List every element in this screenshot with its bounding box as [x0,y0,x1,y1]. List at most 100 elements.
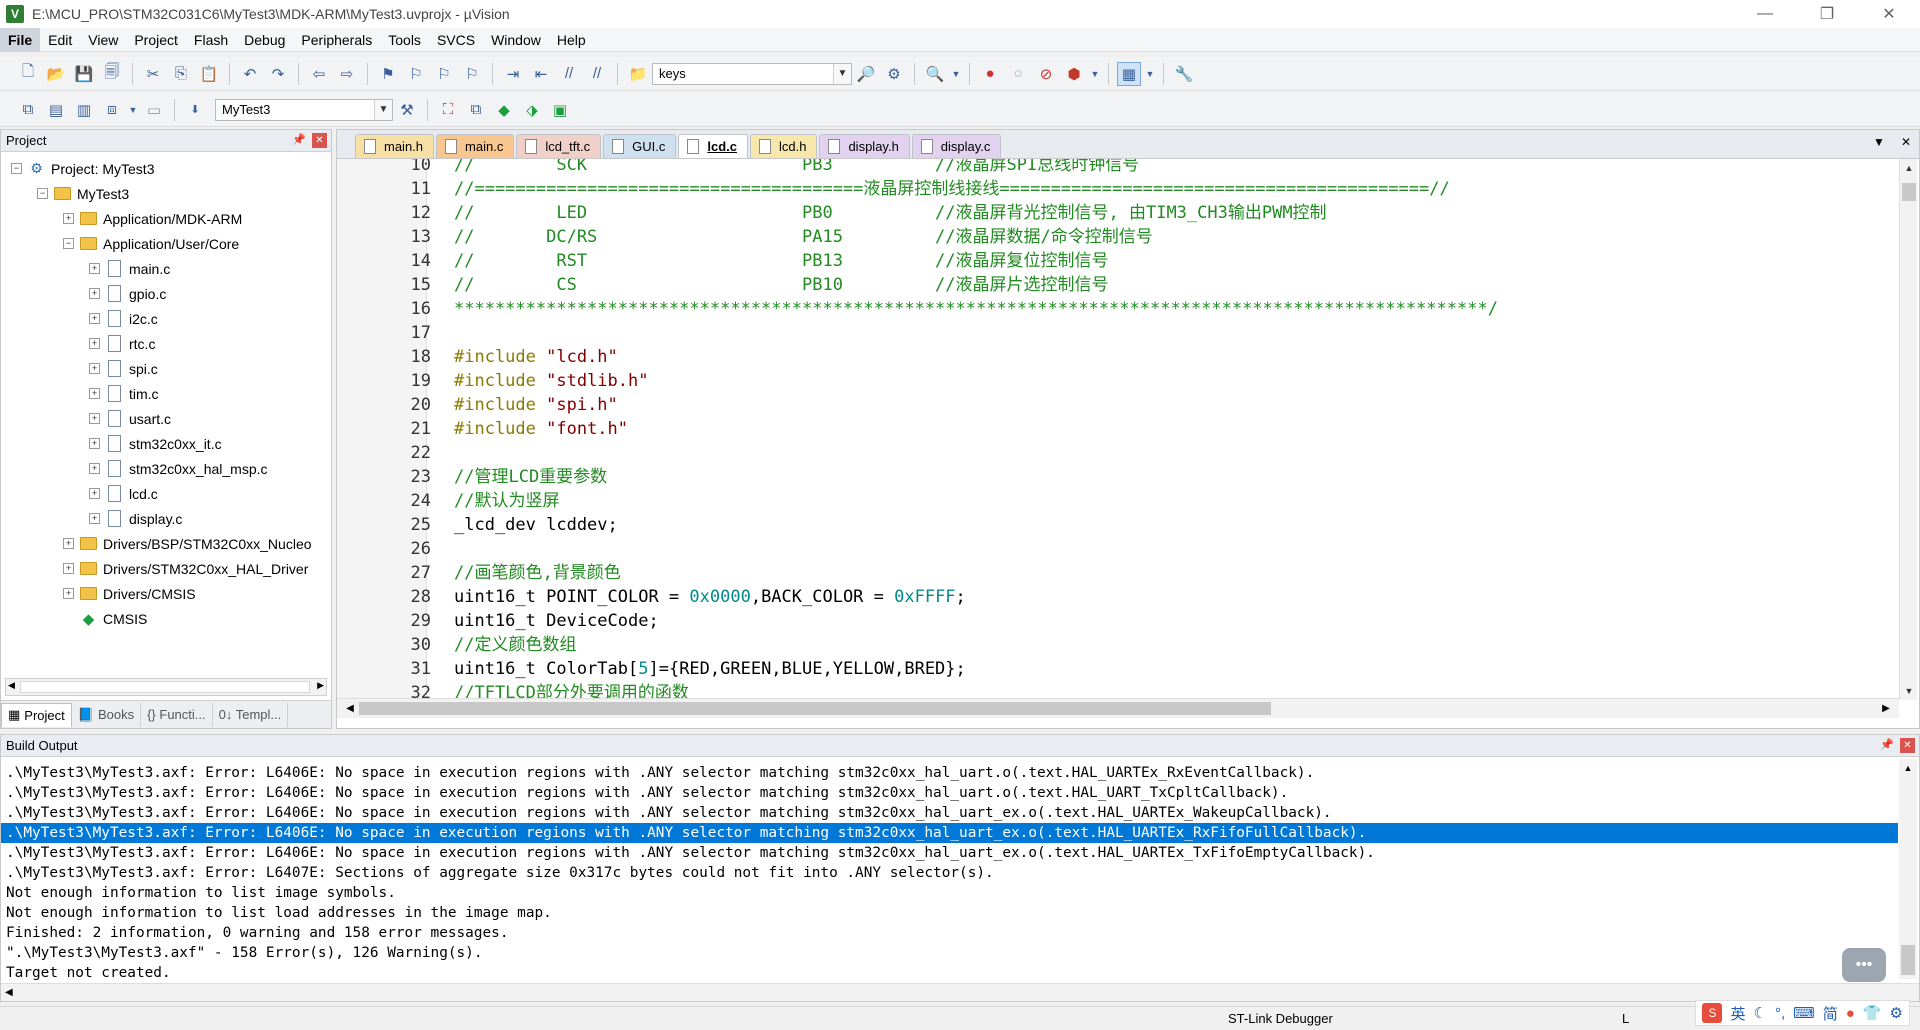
menu-flash[interactable]: Flash [186,28,236,52]
scroll-right-icon[interactable]: ▶ [1877,699,1895,717]
code-line[interactable]: 15 // CS PB10 //液晶屏片选控制信号 [337,273,1897,297]
code-line[interactable]: 20 #include "spi.h" [337,393,1897,417]
open-file-icon[interactable]: 📂 [44,62,68,86]
build-output-line[interactable]: .\MyTest3\MyTest3.axf: Error: L6406E: No… [1,783,1898,803]
code-line[interactable]: 32 //TFTLCD部分外要调用的函数 [337,681,1897,699]
expand-icon[interactable]: + [89,438,100,449]
expand-icon[interactable]: + [63,563,74,574]
code-line[interactable]: 27 //画笔颜色,背景颜色 [337,561,1897,585]
scroll-left-icon[interactable]: ◀ [5,984,13,1002]
indent-icon[interactable]: ⇥ [501,62,525,86]
chevron-down-icon[interactable]: ▼ [1090,62,1100,86]
keyboard-icon[interactable]: ⌨ [1793,1004,1815,1022]
tab-list-dropdown-icon[interactable]: ▼ [1873,135,1885,149]
scroll-up-icon[interactable]: ▲ [1899,759,1917,777]
build-output-line[interactable]: .\MyTest3\MyTest3.axf: Error: L6406E: No… [1,843,1898,863]
tree-item[interactable]: + Drivers/BSP/STM32C0xx_Nucleo [1,531,331,556]
tab-display-h[interactable]: display.h [819,134,910,158]
target-options-icon[interactable]: ⚒ [395,98,419,122]
code-line[interactable]: 25 _lcd_dev lcddev; [337,513,1897,537]
shirt-icon[interactable]: 👕 [1863,1004,1882,1022]
tree-item[interactable]: + lcd.c [1,481,331,506]
menu-debug[interactable]: Debug [236,28,293,52]
code-line[interactable]: 30 //定义颜色数组 [337,633,1897,657]
tree-item[interactable]: + main.c [1,256,331,281]
code-line[interactable]: 26 [337,537,1897,561]
moon-icon[interactable]: ☾ [1754,1004,1767,1022]
tab-functions[interactable]: {} Functi... [141,702,213,727]
punctuation-icon[interactable]: °, [1775,1005,1785,1022]
uncomment-icon[interactable]: // [585,62,609,86]
ime-language[interactable]: 英 [1730,1003,1745,1024]
nav-forward-icon[interactable]: ⇨ [335,62,359,86]
save-icon[interactable]: 💾 [72,62,96,86]
skin-icon[interactable]: ● [1846,1005,1855,1022]
sogou-input-icon[interactable]: S [1702,1003,1723,1023]
scroll-thumb[interactable] [20,681,310,693]
scroll-left-icon[interactable]: ◀ [8,680,15,691]
code-line[interactable]: 10 // SCK PB3 //液晶屏SPI总线时钟信号 [337,159,1897,177]
code-editor[interactable]: 10 // SCK PB3 //液晶屏SPI总线时钟信号 11 //=========… [337,159,1899,699]
code-line[interactable]: 22 [337,441,1897,465]
chevron-down-icon[interactable]: ▼ [1145,62,1155,86]
pin-icon[interactable]: 📌 [1880,738,1894,753]
expand-icon[interactable]: + [89,513,100,524]
chat-bubble-icon[interactable]: ••• [1842,948,1886,982]
cut-icon[interactable]: ✂ [141,62,165,86]
horizontal-scrollbar[interactable]: ◀ [1,983,1919,1001]
unindent-icon[interactable]: ⇤ [529,62,553,86]
tab-lcd-h[interactable]: lcd.h [749,134,818,158]
tree-item[interactable]: + i2c.c [1,306,331,331]
tree-item[interactable]: + Drivers/STM32C0xx_HAL_Driver [1,556,331,581]
menu-view[interactable]: View [80,28,126,52]
expand-icon[interactable]: + [89,463,100,474]
tree-item[interactable]: + rtc.c [1,331,331,356]
expand-icon[interactable]: + [63,213,74,224]
code-line[interactable]: 29 uint16_t DeviceCode; [337,609,1897,633]
scroll-thumb[interactable] [1902,183,1916,201]
scroll-thumb[interactable] [1901,945,1915,975]
breakpoint-icon[interactable]: ● [978,62,1002,86]
rebuild-icon[interactable]: ▥ [72,98,96,122]
menu-project[interactable]: Project [126,28,186,52]
code-line[interactable]: 11 //====================================… [337,177,1897,201]
tab-books[interactable]: 📘 Books [72,702,142,727]
horizontal-scrollbar[interactable]: ◀ ▶ [337,698,1899,718]
find-icon[interactable]: 🔎 [854,62,878,86]
scroll-thumb[interactable] [359,702,1271,715]
expand-icon[interactable]: + [89,313,100,324]
kill-breakpoints-icon[interactable]: ⊘ [1034,62,1058,86]
expand-icon[interactable]: + [89,338,100,349]
target-select[interactable]: MyTest3 ▼ [215,98,393,121]
window-layout-icon[interactable]: ▦ [1117,61,1141,86]
chevron-down-icon[interactable]: ▼ [128,98,138,122]
code-line[interactable]: 16 **************************************… [337,297,1897,321]
code-line[interactable]: 14 // RST PB13 //液晶屏复位控制信号 [337,249,1897,273]
tree-item[interactable]: + spi.c [1,356,331,381]
download-icon[interactable]: ⬇ [183,98,207,122]
code-line[interactable]: 13 // DC/RS PA15 //液晶屏数据/命令控制信号 [337,225,1897,249]
menu-peripherals[interactable]: Peripherals [293,28,380,52]
configure-icon[interactable]: 🔧 [1172,62,1196,86]
horizontal-scrollbar[interactable]: ◀ ▶ [5,678,327,696]
build-output-line[interactable]: Target not created. [1,963,1898,983]
run-time-env-icon[interactable]: ▣ [548,98,572,122]
build-output-text[interactable]: .\MyTest3\MyTest3.axf: Error: L6406E: No… [1,763,1898,983]
tree-item[interactable]: + Application/MDK-ARM [1,206,331,231]
close-tab-icon[interactable]: ✕ [1901,135,1911,149]
disable-all-breakpoints-icon[interactable]: ⬢ [1062,62,1086,86]
expand-icon[interactable]: + [89,388,100,399]
build-output-line[interactable]: Not enough information to list load addr… [1,903,1898,923]
tree-item[interactable]: − ⚙ Project: MyTest3 [1,156,331,181]
code-line[interactable]: 18 #include "lcd.h" [337,345,1897,369]
tree-item[interactable]: + display.c [1,506,331,531]
clear-bookmarks-icon[interactable]: ⚐ [460,62,484,86]
copy-icon[interactable]: ⎘ [169,62,193,86]
minimize-button[interactable]: — [1734,0,1796,28]
comment-icon[interactable]: // [557,62,581,86]
chevron-down-icon[interactable]: ▼ [951,62,961,86]
expand-icon[interactable]: + [63,588,74,599]
code-line[interactable]: 28 uint16_t POINT_COLOR = 0x0000,BACK_COL… [337,585,1897,609]
next-bookmark-icon[interactable]: ⚐ [432,62,456,86]
tab-main-h[interactable]: main.h [355,134,435,158]
